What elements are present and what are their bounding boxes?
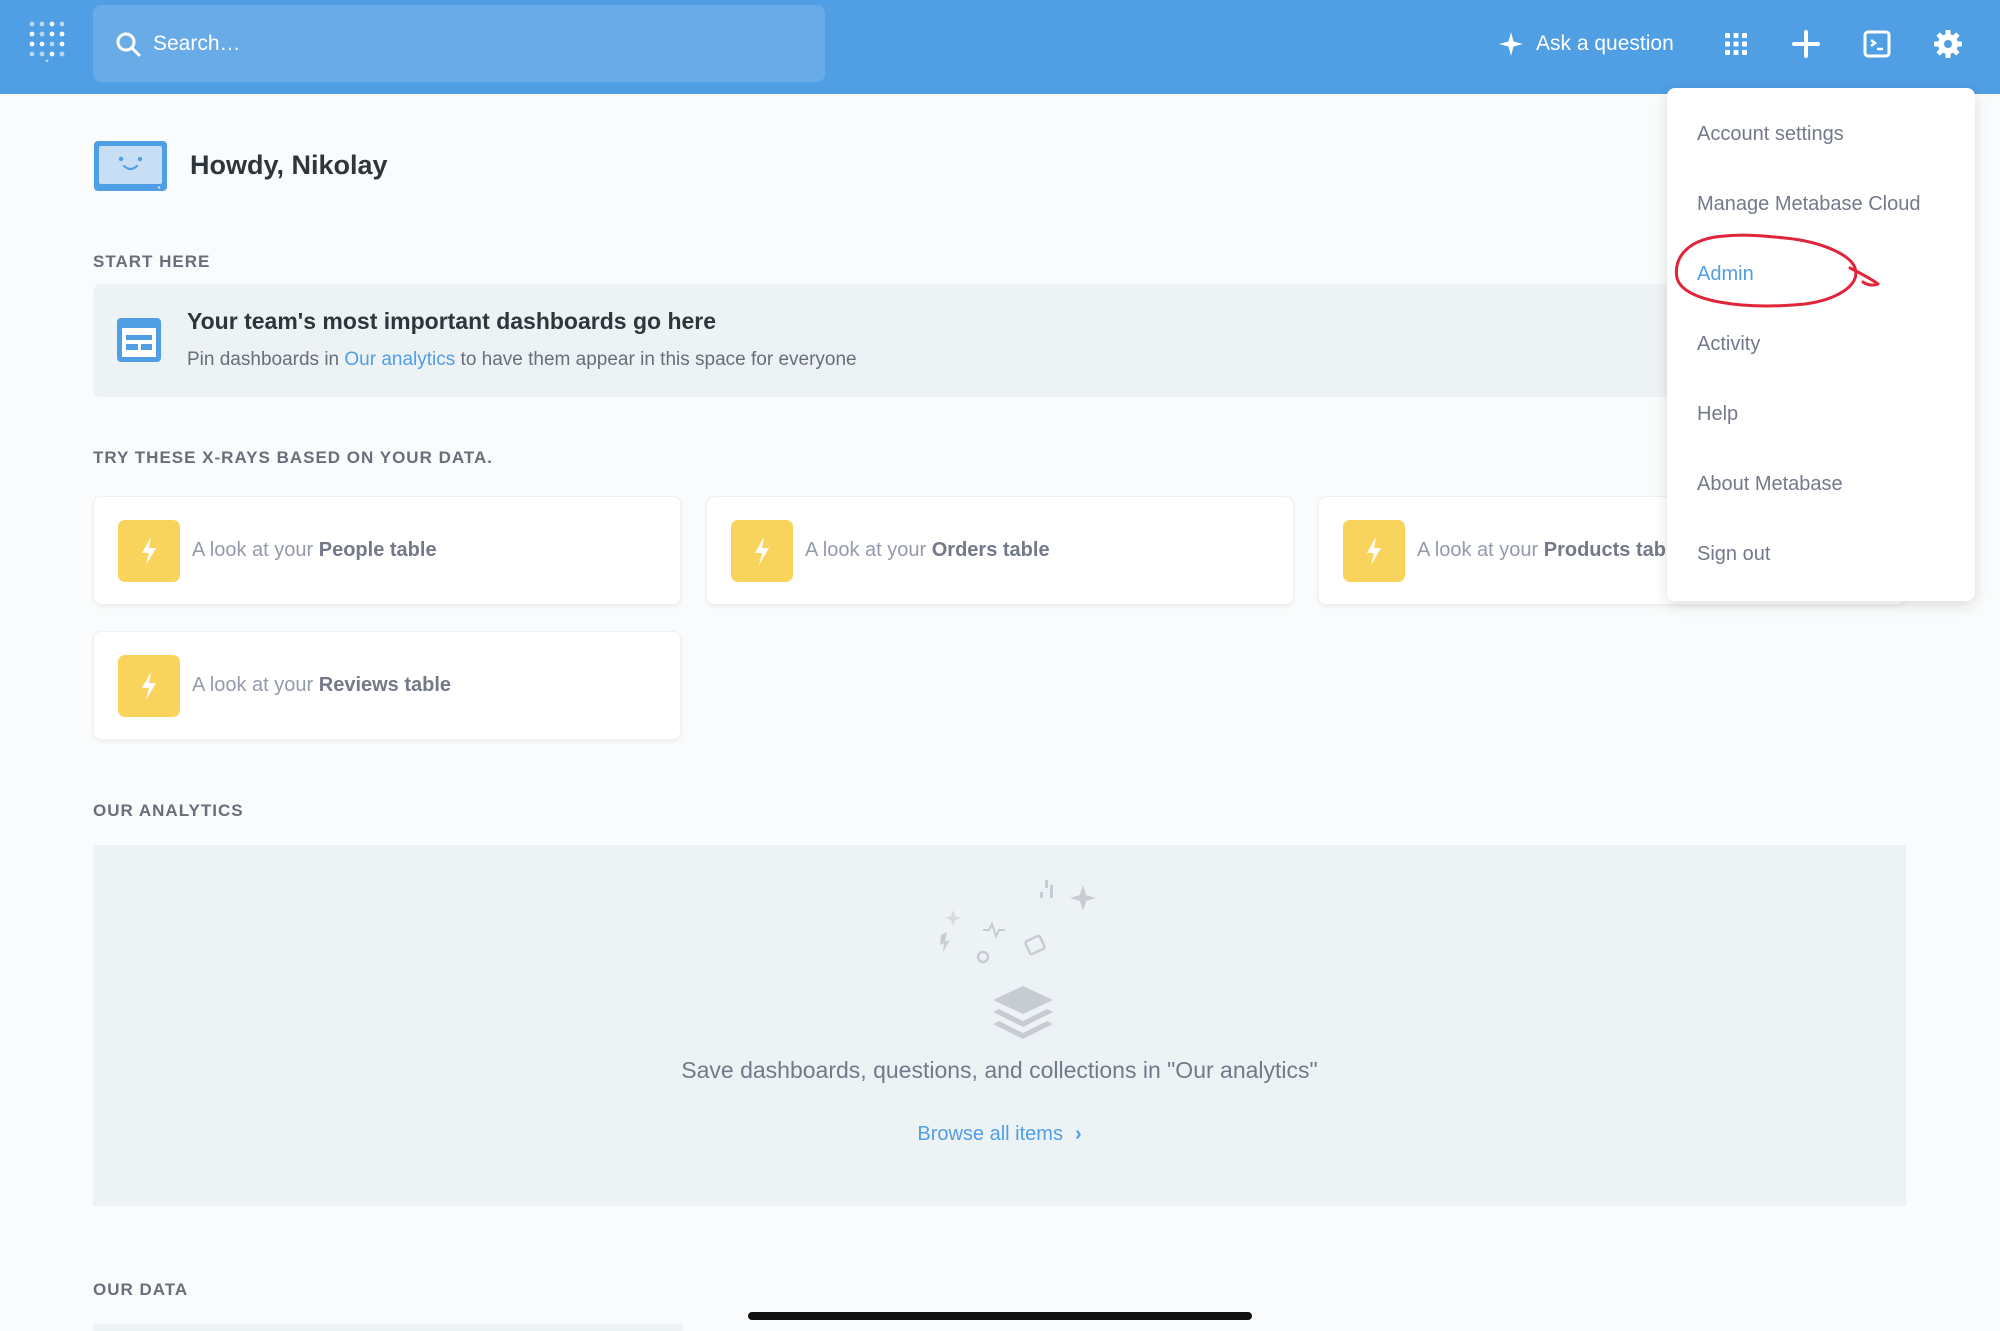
menu-item-admin[interactable]: Admin	[1697, 263, 1754, 286]
gear-icon[interactable]	[1928, 24, 1968, 64]
start-here-subtitle: Pin dashboards in Our analytics to have …	[187, 349, 857, 371]
bolt-icon	[1343, 520, 1405, 582]
empty-collection-illustration	[940, 880, 1096, 1039]
xray-card-text: A look at your People table	[192, 539, 437, 562]
our-analytics-link[interactable]: Our analytics	[344, 349, 455, 370]
search-placeholder: Search…	[153, 31, 241, 55]
home-indicator	[748, 1312, 1252, 1320]
menu-item-manage-cloud[interactable]: Manage Metabase Cloud	[1697, 193, 1920, 216]
chevron-right-icon: ›	[1074, 1123, 1082, 1145]
settings-dropdown-menu: Account settings Manage Metabase Cloud A…	[1667, 88, 1975, 601]
ask-question-button[interactable]: Ask a question	[1498, 24, 1674, 64]
browse-all-label: Browse all items	[917, 1123, 1063, 1145]
start-here-sub-suffix: to have them appear in this space for ev…	[455, 349, 857, 370]
empty-state-message: Save dashboards, questions, and collecti…	[681, 1057, 1318, 1083]
plus-icon[interactable]	[1786, 24, 1826, 64]
menu-item-activity[interactable]: Activity	[1697, 333, 1760, 356]
xray-card-text: A look at your Products table	[1417, 539, 1683, 562]
our-data-label: OUR DATA	[93, 1280, 189, 1299]
menu-item-help[interactable]: Help	[1697, 403, 1738, 426]
xrays-label: TRY THESE X-RAYS BASED ON YOUR DATA.	[93, 448, 493, 467]
start-here-label: START HERE	[93, 252, 211, 271]
sparkle-icon	[1499, 32, 1523, 56]
bolt-icon	[118, 520, 180, 582]
monitor-smiley-icon	[94, 141, 167, 191]
ask-question-label: Ask a question	[1536, 32, 1674, 55]
top-navbar: Search… Ask a question	[0, 0, 2000, 94]
menu-item-account-settings[interactable]: Account settings	[1697, 123, 1844, 146]
xray-card-orders[interactable]: A look at your Orders table	[706, 496, 1294, 605]
sql-editor-icon[interactable]	[1857, 24, 1897, 64]
start-here-sub-prefix: Pin dashboards in	[187, 349, 345, 370]
xray-table-name: Products table	[1543, 539, 1683, 561]
our-analytics-empty-state: Save dashboards, questions, and collecti…	[93, 845, 1906, 1206]
bolt-icon	[731, 520, 793, 582]
xray-card-reviews[interactable]: A look at your Reviews table	[93, 631, 681, 740]
browse-all-items-link[interactable]: Browse all items ›	[93, 1123, 1906, 1146]
xray-table-name: Orders table	[931, 539, 1050, 561]
start-here-banner: Your team's most important dashboards go…	[93, 284, 1905, 397]
xray-table-name: People table	[318, 539, 437, 561]
xray-table-name: Reviews table	[318, 674, 452, 696]
greeting-title: Howdy, Nikolay	[190, 150, 388, 180]
xray-prefix: A look at your	[192, 674, 319, 696]
apps-grid-icon[interactable]	[1716, 24, 1756, 64]
search-bar[interactable]: Search…	[93, 5, 825, 82]
xray-card-people[interactable]: A look at your People table	[93, 496, 681, 605]
xray-card-text: A look at your Orders table	[805, 539, 1050, 562]
menu-item-about[interactable]: About Metabase	[1697, 473, 1843, 496]
xray-card-text: A look at your Reviews table	[192, 674, 451, 697]
start-here-title: Your team's most important dashboards go…	[187, 308, 717, 334]
search-icon	[116, 32, 141, 56]
xray-prefix: A look at your	[1417, 539, 1544, 561]
our-data-card[interactable]	[93, 1324, 683, 1331]
metabase-logo-icon[interactable]	[26, 18, 70, 62]
xray-prefix: A look at your	[805, 539, 932, 561]
menu-item-sign-out[interactable]: Sign out	[1697, 543, 1770, 566]
bolt-icon	[118, 655, 180, 717]
our-analytics-label: OUR ANALYTICS	[93, 801, 244, 820]
dashboard-icon	[117, 318, 161, 362]
xray-prefix: A look at your	[192, 539, 319, 561]
